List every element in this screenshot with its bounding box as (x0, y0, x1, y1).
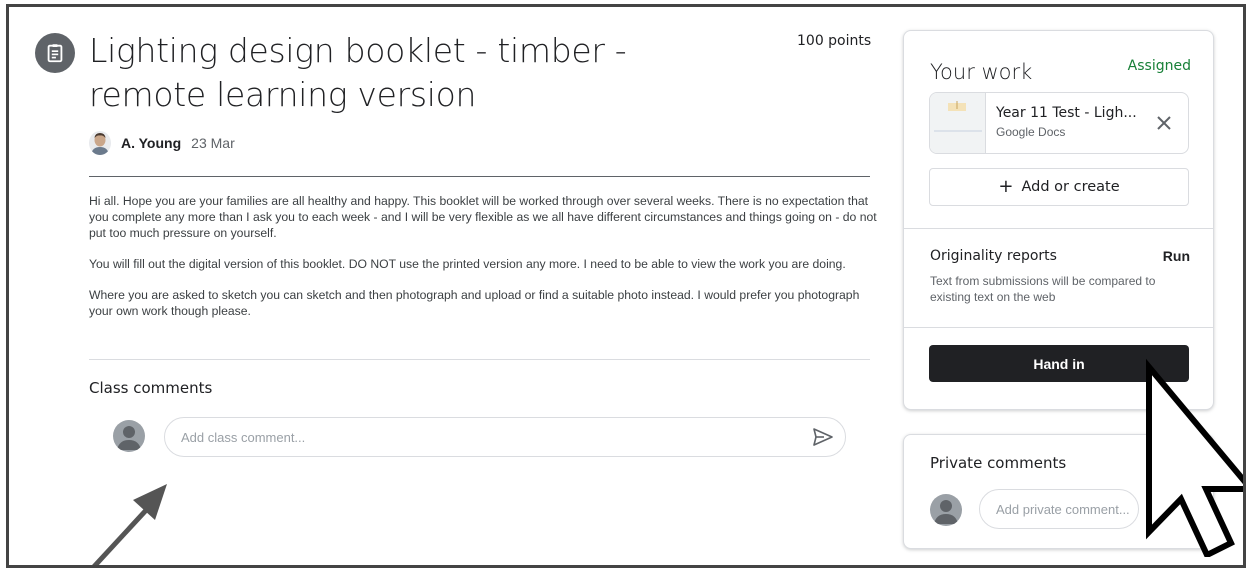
user-avatar-icon (113, 420, 145, 452)
divider (89, 176, 870, 177)
originality-reports-label: Originality reports (930, 248, 1057, 264)
description-paragraph: You will fill out the digital version of… (89, 257, 846, 271)
originality-description: Text from submissions will be compared t… (930, 274, 1156, 304)
annotation-arrow-icon (92, 484, 167, 565)
attachment-type: Google Docs (996, 125, 1066, 139)
assignment-icon (35, 33, 75, 73)
your-work-title: Your work (930, 60, 1033, 84)
user-avatar-icon (930, 494, 962, 526)
private-comment-placeholder: Add private comment... (996, 501, 1130, 517)
add-or-create-button[interactable]: + Add or create (929, 168, 1189, 206)
your-work-card: Your work Assigned Year 11 Test - Ligh..… (903, 30, 1214, 410)
close-icon[interactable] (1152, 111, 1176, 135)
private-comment-input[interactable]: Add private comment... (979, 489, 1139, 529)
author-row: A. Young 23 Mar (89, 131, 235, 155)
points-label: 100 points (797, 33, 872, 49)
class-comments-heading: Class comments (89, 379, 213, 397)
description-paragraph: Hi all. Hope you are your families are a… (89, 194, 877, 240)
class-comment-input[interactable]: Add class comment... (164, 417, 846, 457)
run-originality-button[interactable]: Run (1163, 248, 1190, 264)
classroom-assignment-page: Lighting design booklet - timber - remot… (6, 4, 1246, 568)
plus-icon: + (998, 176, 1014, 197)
assignment-title: Lighting design booklet - timber - remot… (89, 31, 627, 114)
status-badge: Assigned (1127, 58, 1191, 74)
add-or-create-label: Add or create (1021, 179, 1120, 195)
document-thumbnail (930, 93, 986, 153)
divider (904, 228, 1213, 229)
author-name[interactable]: A. Young (121, 135, 181, 151)
send-icon[interactable] (812, 427, 834, 447)
divider (89, 359, 870, 360)
attachment-card[interactable]: Year 11 Test - Ligh... Google Docs (929, 92, 1189, 154)
mouse-cursor-icon (1146, 358, 1243, 557)
post-date: 23 Mar (191, 135, 235, 151)
description-paragraph: Where you are asked to sketch you can sk… (89, 288, 860, 318)
private-comments-title: Private comments (930, 454, 1067, 472)
divider (904, 327, 1213, 328)
author-avatar (89, 131, 111, 155)
class-comment-placeholder: Add class comment... (181, 429, 306, 445)
assignment-description: Hi all. Hope you are your families are a… (89, 193, 879, 334)
attachment-name: Year 11 Test - Ligh... (996, 105, 1137, 121)
